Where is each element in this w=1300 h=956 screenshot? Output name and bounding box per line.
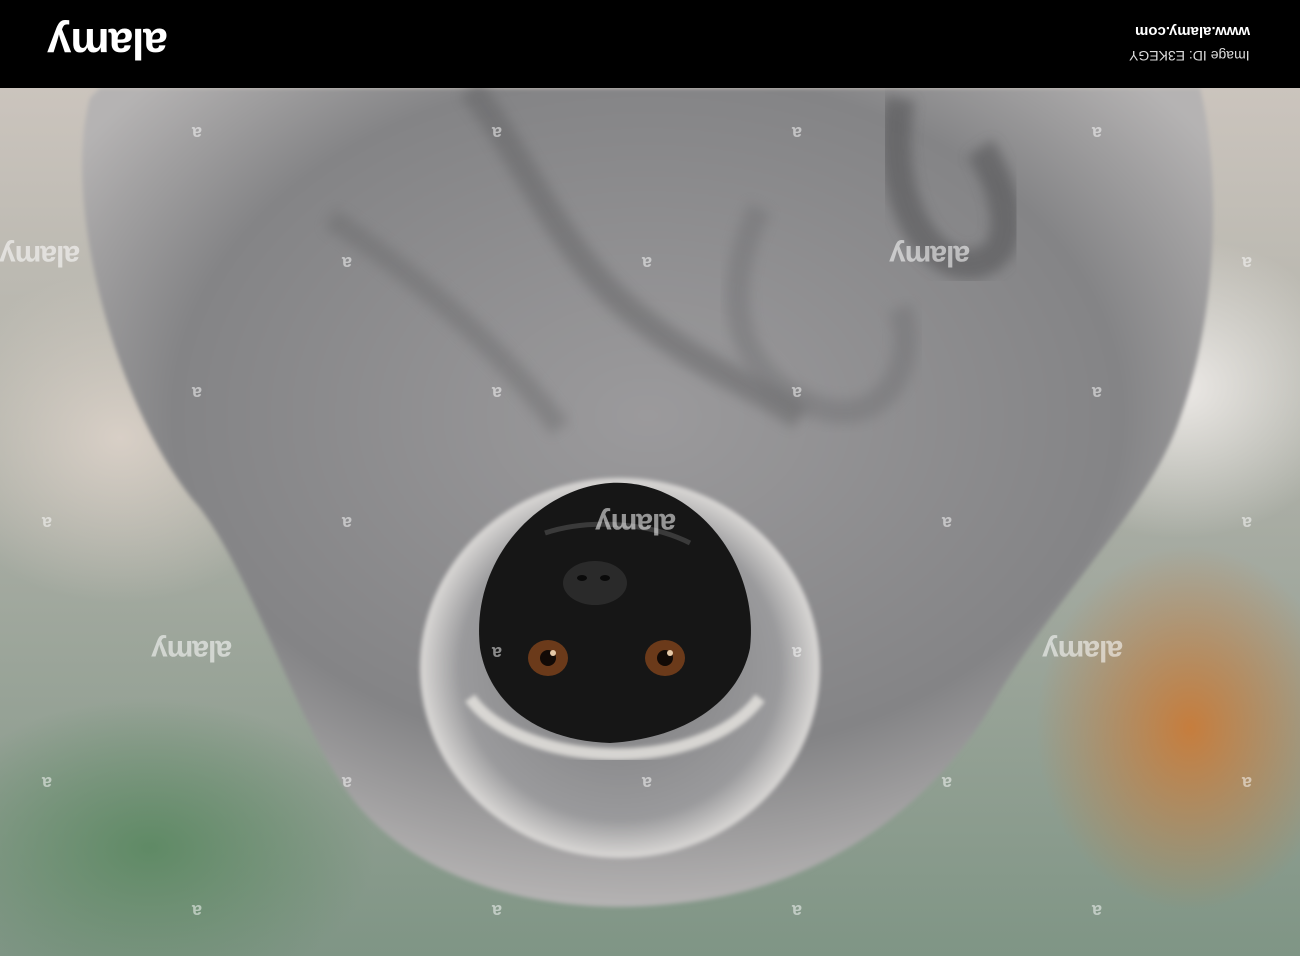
watermark: a — [1092, 123, 1103, 143]
watermark: a — [1242, 513, 1253, 533]
watermark: a — [42, 773, 53, 793]
watermark: a — [192, 383, 203, 403]
site-url: www.alamy.com — [1134, 23, 1250, 40]
watermark: alamy — [1043, 634, 1124, 667]
watermark: a — [942, 773, 953, 793]
watermark: a — [192, 123, 203, 143]
watermark: a — [1092, 383, 1103, 403]
watermark: a — [342, 253, 353, 273]
watermark: a — [642, 773, 653, 793]
watermark: a — [492, 643, 503, 663]
watermark: alamy — [152, 634, 233, 667]
watermark: a — [792, 643, 803, 663]
watermark: a — [1242, 253, 1253, 273]
watermark: a — [342, 513, 353, 533]
watermark: a — [192, 901, 203, 921]
photo: alamy alamy alamy alamy alamy a a a a a … — [0, 88, 1300, 956]
watermark: a — [792, 901, 803, 921]
watermark: alamy — [0, 239, 81, 272]
image-id: Image ID: E3KEGY — [1129, 48, 1250, 64]
watermark: alamy — [890, 239, 971, 272]
watermark: a — [792, 123, 803, 143]
watermark: a — [342, 773, 353, 793]
alamy-logo: alamy — [48, 19, 168, 68]
gibbon-nose — [563, 561, 627, 605]
watermark: a — [642, 253, 653, 273]
watermark: a — [942, 513, 953, 533]
watermark: alamy — [596, 507, 677, 540]
watermark: a — [1242, 773, 1253, 793]
watermark-banner: alamy www.alamy.com Image ID: E3KEGY — [0, 0, 1300, 88]
watermark: a — [492, 901, 503, 921]
watermark: a — [492, 383, 503, 403]
watermark: a — [42, 513, 53, 533]
watermark: a — [492, 123, 503, 143]
watermark: a — [792, 383, 803, 403]
watermark: a — [1092, 901, 1103, 921]
